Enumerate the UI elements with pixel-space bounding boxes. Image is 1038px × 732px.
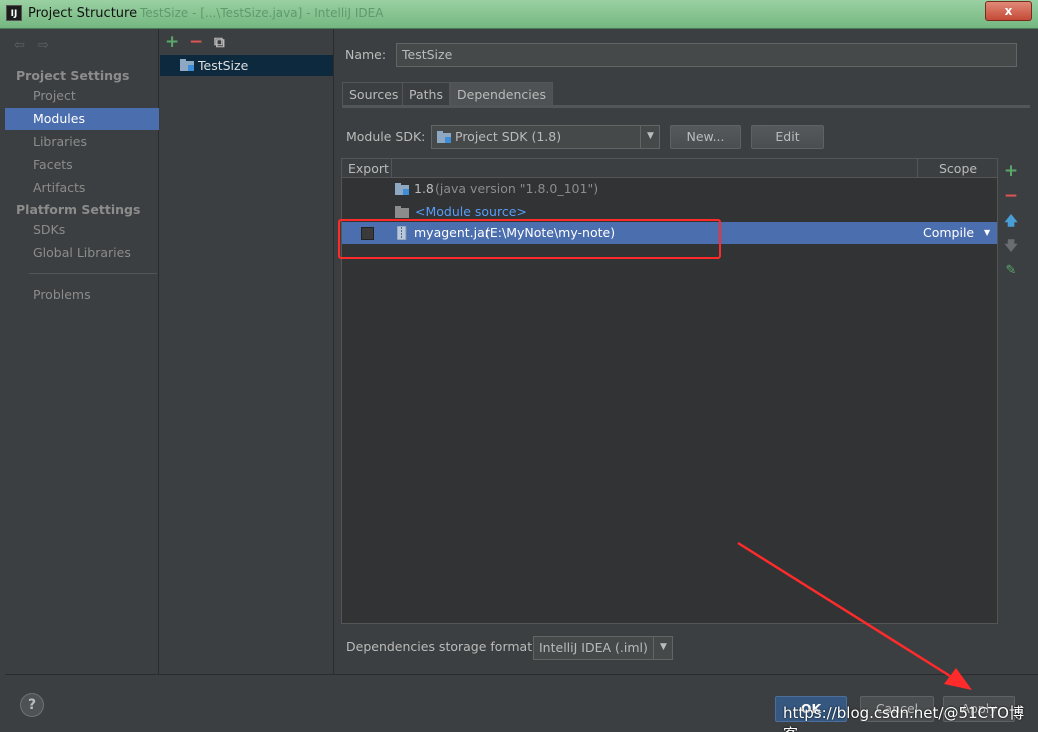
table-header: Export Scope [342, 159, 997, 178]
column-divider [391, 159, 392, 178]
module-details-panel: Name: TestSize Sources Paths Dependencie… [335, 29, 1038, 674]
move-up-icon[interactable]: 🡅 [1003, 213, 1019, 231]
module-name-field[interactable]: TestSize [396, 43, 1017, 67]
dependencies-table: Export Scope 1.8 (java version "1.8.0_10… [338, 158, 998, 624]
title-bar: IJ Project Structure TestSize - [...\Tes… [0, 0, 1038, 29]
module-list-panel: + − ⧉ TestSize [160, 29, 334, 674]
move-down-icon[interactable]: 🡇 [1003, 238, 1019, 256]
module-sdk-label: Module SDK: [346, 129, 426, 144]
scope-select[interactable]: Compile [923, 222, 974, 244]
sidebar-item-global-libraries[interactable]: Global Libraries [5, 242, 159, 264]
module-sdk-select[interactable]: Project SDK (1.8) [431, 125, 660, 149]
folder-icon [395, 206, 409, 218]
sdk-folder-icon [437, 131, 451, 143]
sidebar-item-project[interactable]: Project [5, 85, 159, 107]
window-title: Project Structure [28, 6, 138, 21]
add-dependency-icon[interactable]: + [1003, 162, 1019, 180]
new-sdk-button[interactable]: New... [670, 125, 741, 149]
tab-sources[interactable]: Sources [342, 82, 406, 106]
chevron-down-icon[interactable]: ▼ [640, 125, 660, 149]
window-subtitle: TestSize - [...\TestSize.java] - Intelli… [140, 6, 384, 20]
sidebar-item-facets[interactable]: Facets [5, 154, 159, 176]
column-scope[interactable]: Scope [939, 161, 977, 176]
tab-paths[interactable]: Paths [402, 82, 450, 106]
sidebar-item-problems[interactable]: Problems [5, 284, 159, 306]
chevron-down-icon[interactable]: ▼ [653, 636, 673, 660]
storage-format-label: Dependencies storage format: [346, 639, 537, 654]
watermark-text: https://blog.csdn.net/@51CTO博客 [783, 704, 1024, 732]
close-window-button[interactable]: x [985, 1, 1032, 21]
platform-settings-header: Platform Settings [16, 202, 141, 217]
column-export[interactable]: Export [348, 161, 389, 176]
chevron-down-icon[interactable]: ▼ [984, 222, 990, 244]
highlight-annotation [338, 219, 721, 259]
sidebar-item-modules[interactable]: Modules [5, 108, 159, 130]
sidebar-item-artifacts[interactable]: Artifacts [5, 177, 159, 199]
edit-pencil-icon[interactable]: ✎ [1003, 262, 1019, 280]
name-label: Name: [345, 47, 387, 62]
forward-arrow-icon[interactable]: ⇨ [38, 38, 49, 53]
sdk-folder-icon [395, 183, 409, 195]
table-row[interactable]: 1.8 (java version "1.8.0_101") [342, 178, 997, 200]
sidebar-item-libraries[interactable]: Libraries [5, 131, 159, 153]
dependency-name: 1.8 [414, 181, 434, 196]
add-module-icon[interactable]: + [165, 33, 179, 51]
dialog-button-bar: ? OK Cancel Apply https://blog.csdn.net/… [5, 674, 1038, 732]
sidebar-item-sdks[interactable]: SDKs [5, 219, 159, 241]
help-button[interactable]: ? [20, 693, 44, 717]
settings-sidebar: ⇦ ⇨ Project Settings Project Modules Lib… [5, 29, 159, 674]
module-folder-icon [180, 59, 194, 71]
remove-dependency-icon[interactable]: − [1003, 187, 1019, 205]
copy-module-icon[interactable]: ⧉ [214, 33, 225, 51]
sidebar-divider [29, 273, 157, 274]
storage-format-select[interactable]: IntelliJ IDEA (.iml) [533, 636, 673, 660]
tab-dependencies[interactable]: Dependencies [450, 82, 553, 106]
edit-sdk-button[interactable]: Edit [751, 125, 824, 149]
dependency-detail: (java version "1.8.0_101") [435, 181, 599, 196]
module-sdk-value: Project SDK (1.8) [455, 129, 562, 144]
intellij-logo-icon: IJ [6, 5, 22, 21]
back-arrow-icon[interactable]: ⇦ [14, 38, 25, 53]
tab-underline [342, 105, 1030, 108]
remove-module-icon[interactable]: − [189, 33, 203, 51]
module-item-label: TestSize [198, 58, 249, 73]
column-divider [917, 159, 918, 178]
module-item-testsize[interactable]: TestSize [160, 55, 333, 76]
project-settings-header: Project Settings [16, 68, 130, 83]
